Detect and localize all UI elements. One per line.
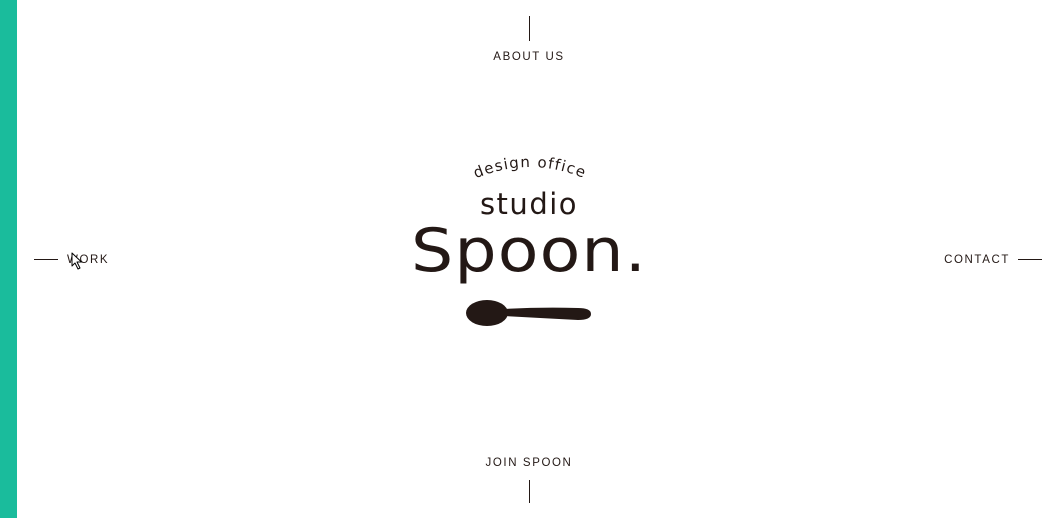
cursor-arrow-icon <box>71 252 85 270</box>
about-us-connector-line <box>529 16 530 41</box>
studio-spoon-logo[interactable]: design office studio Spoon. <box>400 150 660 340</box>
logo-tagline: design office <box>471 153 589 182</box>
nav-link-about-us[interactable]: ABOUT US <box>0 50 1058 64</box>
accent-side-bar <box>0 0 17 518</box>
join-spoon-connector-line <box>529 480 530 503</box>
work-connector-line <box>34 259 58 260</box>
logo-graphic: design office studio Spoon. <box>411 153 647 326</box>
spoon-icon <box>466 300 591 326</box>
nav-link-contact[interactable]: CONTACT <box>944 253 1010 267</box>
nav-link-join-spoon[interactable]: JOIN SPOON <box>0 456 1058 470</box>
contact-connector-line <box>1018 259 1042 260</box>
logo-spoon-text: Spoon. <box>411 216 647 286</box>
